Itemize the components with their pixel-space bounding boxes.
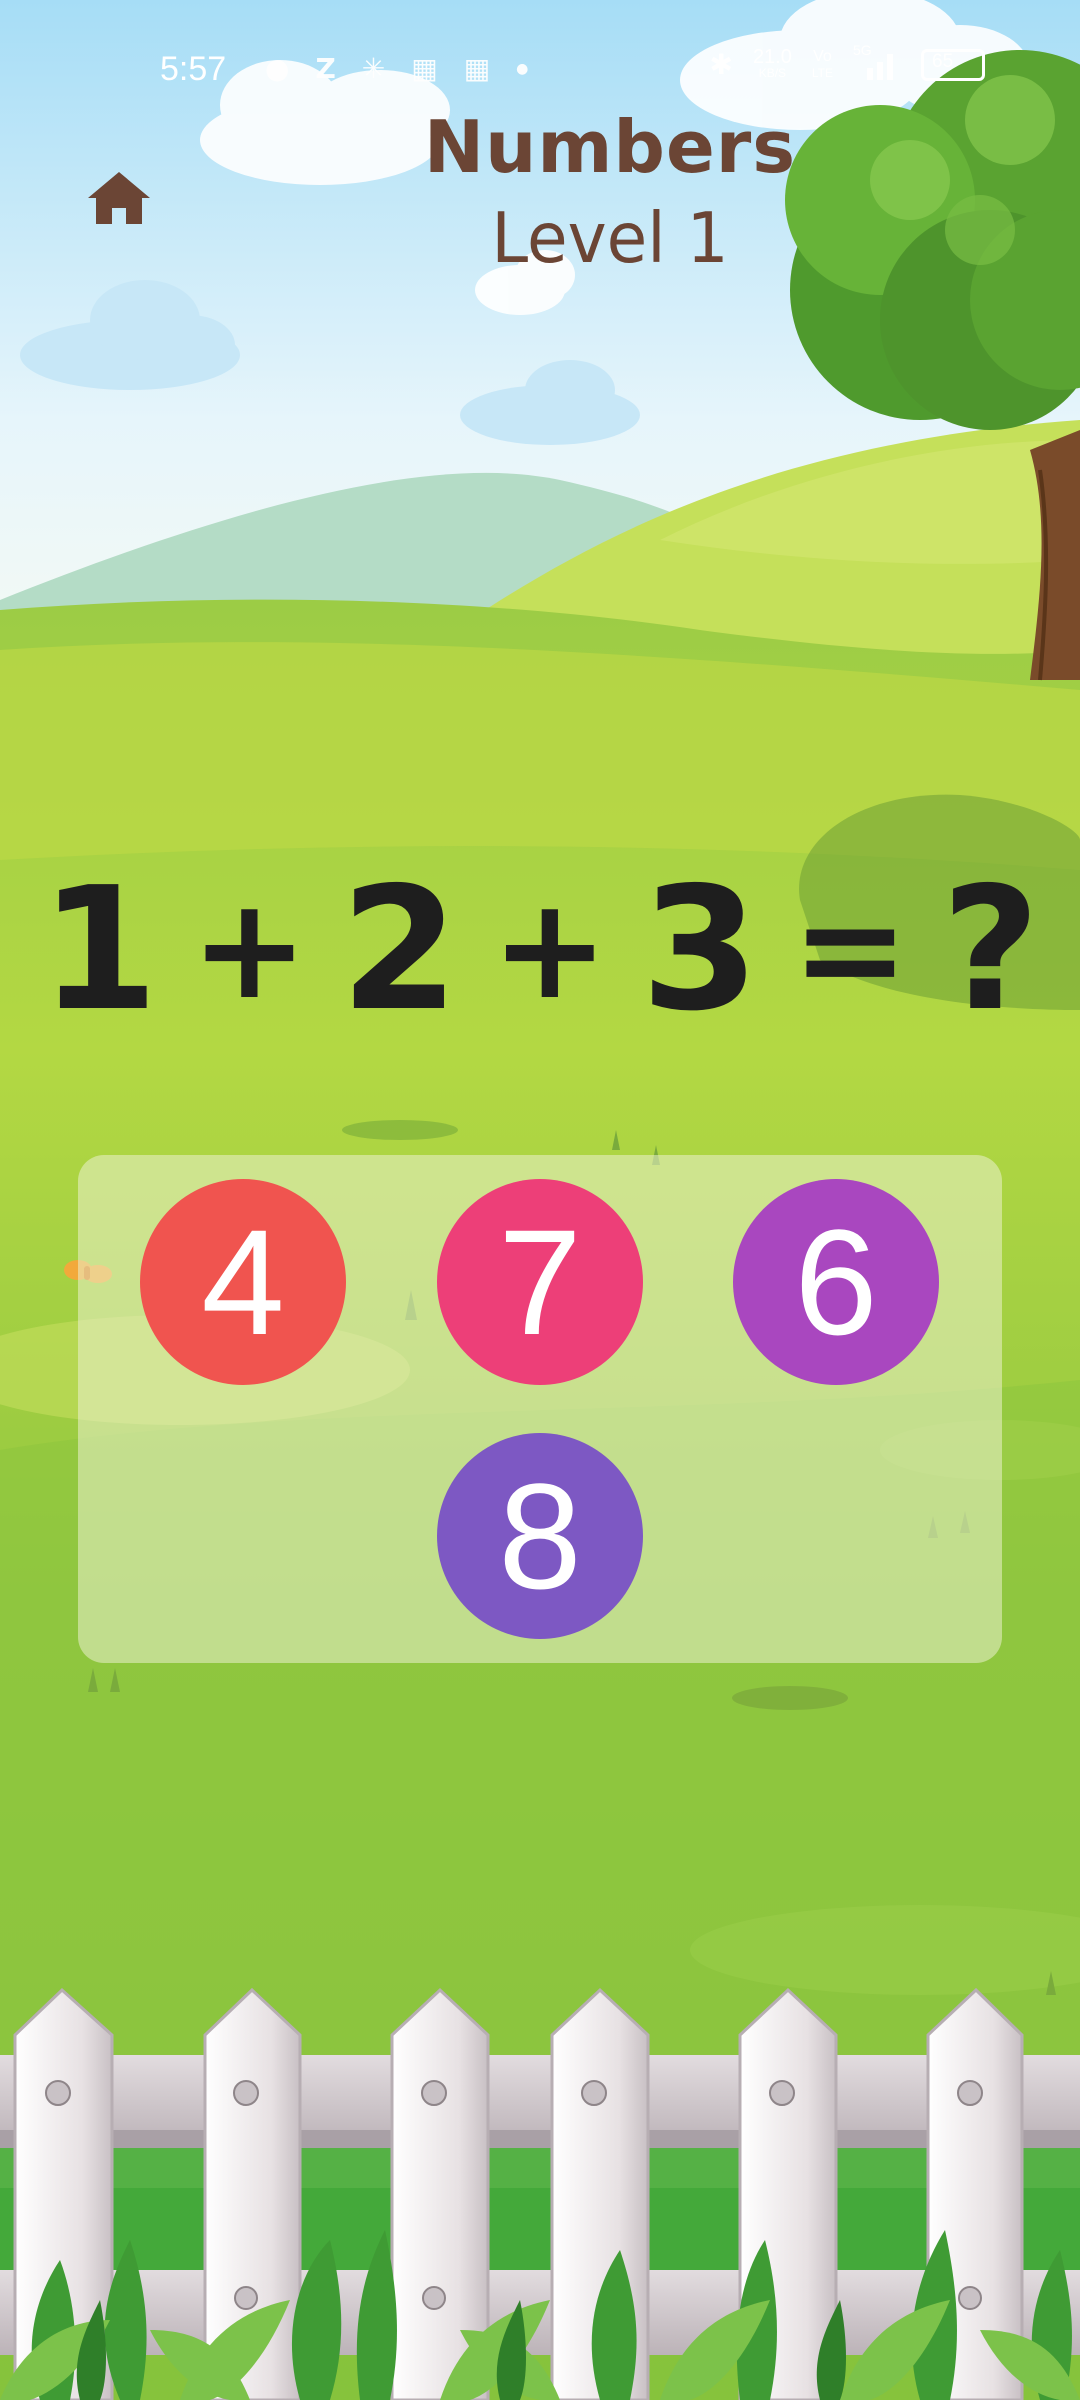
level-label: Level 1 — [491, 198, 729, 279]
answer-option[interactable]: 4 — [140, 1179, 346, 1385]
unknown-result: ? — [941, 851, 1040, 1049]
game-title: Numbers — [423, 105, 797, 189]
volte-indicator: Vo LTE — [811, 47, 833, 80]
equals-sign: = — [791, 868, 909, 1031]
answer-option[interactable]: 8 — [437, 1433, 643, 1639]
signal-icon: 5G — [853, 42, 901, 80]
operand-1: 1 — [40, 851, 159, 1049]
answer-panel: 4 7 6 8 — [78, 1155, 1002, 1663]
math-question: 1 + 2 + 3 = ? — [40, 865, 1040, 1035]
answer-option[interactable]: 6 — [733, 1179, 939, 1385]
answer-option[interactable]: 7 — [437, 1179, 643, 1385]
dot-icon: ● — [516, 60, 529, 77]
bluetooth-icon: ✱ — [709, 48, 733, 81]
security-icon: ● — [265, 52, 290, 85]
operand-3: 3 — [640, 851, 760, 1049]
plus-sign: + — [190, 868, 309, 1031]
home-button[interactable] — [86, 170, 152, 226]
system-icons: ✱ 21.0 KB/S Vo LTE 5G 65 — [709, 42, 985, 81]
status-time: 5:57 — [160, 50, 227, 88]
notification-icons: ● Z ✳ ▦ ▦ ● — [265, 52, 528, 85]
z-app-icon: Z — [315, 52, 336, 85]
operand-2: 2 — [340, 851, 459, 1049]
battery-level: 65 — [932, 50, 954, 72]
grid-app-icon: ▦ — [411, 52, 438, 85]
battery-icon: 65 — [921, 48, 985, 81]
grid-app-icon: ▦ — [463, 52, 491, 85]
network-speed: 21.0 KB/S — [752, 45, 792, 80]
pinwheel-icon: ✳ — [361, 52, 386, 85]
plus-sign: + — [491, 868, 609, 1031]
status-bar: 5:57 ● Z ✳ ▦ ▦ ● ✱ 21.0 KB/S Vo LTE 5G 6… — [0, 40, 1080, 104]
home-icon — [88, 172, 150, 224]
